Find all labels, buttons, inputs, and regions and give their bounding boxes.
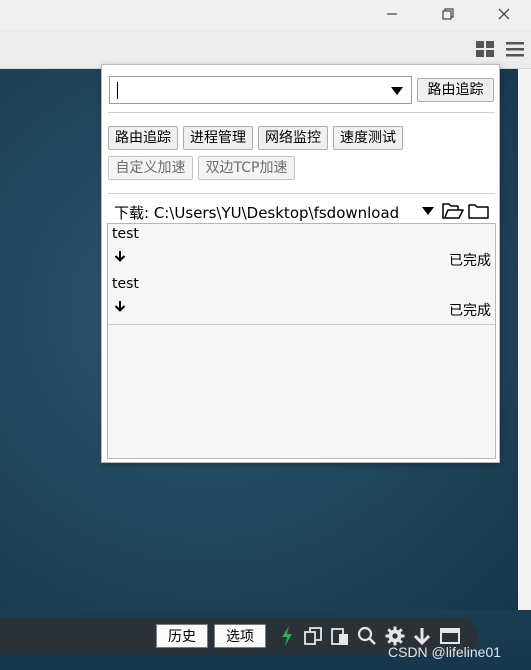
tool-network-monitor-button[interactable]: 网络监控	[258, 126, 328, 150]
download-list[interactable]: test 已完成 test 已完成	[107, 223, 496, 459]
title-bar	[0, 0, 531, 30]
download-name: test	[112, 226, 139, 242]
options-button[interactable]: 选项	[214, 624, 266, 648]
download-arrow-icon	[114, 250, 126, 266]
copy-icon[interactable]	[302, 625, 324, 647]
extension-popup: 路由追踪 路由追踪 进程管理 网络监控 速度测试 自定义加速 双边TCP加速 下…	[101, 64, 500, 463]
restore-button[interactable]	[428, 0, 468, 28]
minimize-button[interactable]	[372, 0, 412, 28]
download-path-label: 下载: C:\Users\YU\Desktop\fsdownload	[114, 204, 400, 222]
search-icon[interactable]	[356, 625, 378, 647]
tool-route-trace-button[interactable]: 路由追踪	[108, 126, 178, 150]
download-arrow-icon	[114, 300, 126, 316]
list-item[interactable]: test 已完成	[108, 224, 495, 275]
download-name: test	[112, 276, 139, 292]
paste-icon[interactable]	[329, 625, 351, 647]
hamburger-menu-icon	[506, 42, 524, 57]
dropdown-arrow-icon[interactable]	[391, 87, 403, 95]
watermark-text: CSDN @lifeline01	[388, 644, 502, 660]
custom-acceleration-button[interactable]: 自定义加速	[108, 156, 193, 180]
download-status: 已完成	[449, 253, 491, 269]
minimize-icon	[387, 13, 397, 15]
list-item[interactable]: test 已完成	[108, 274, 495, 325]
download-path-dropdown-icon[interactable]	[422, 207, 434, 215]
menu-button[interactable]	[503, 38, 527, 60]
tool-speed-test-button[interactable]: 速度测试	[333, 126, 403, 150]
divider	[108, 112, 495, 113]
lightning-icon[interactable]	[276, 625, 298, 647]
restore-icon	[442, 8, 454, 20]
target-combobox[interactable]	[109, 76, 412, 104]
close-icon	[498, 8, 510, 20]
divider	[108, 193, 495, 194]
folder-icon[interactable]	[468, 202, 490, 224]
close-button[interactable]	[484, 0, 524, 28]
open-folder-icon[interactable]	[442, 202, 464, 224]
history-button[interactable]: 历史	[156, 624, 208, 648]
tool-process-manager-button[interactable]: 进程管理	[183, 126, 253, 150]
window-edge	[518, 69, 531, 610]
download-path-row: 下载: C:\Users\YU\Desktop\fsdownload	[114, 202, 494, 222]
text-cursor	[117, 82, 118, 99]
dual-tcp-acceleration-button[interactable]: 双边TCP加速	[198, 156, 295, 180]
grid-icon	[476, 41, 494, 57]
extensions-button[interactable]	[473, 38, 497, 60]
route-trace-button[interactable]: 路由追踪	[417, 78, 494, 102]
download-status: 已完成	[449, 303, 491, 319]
